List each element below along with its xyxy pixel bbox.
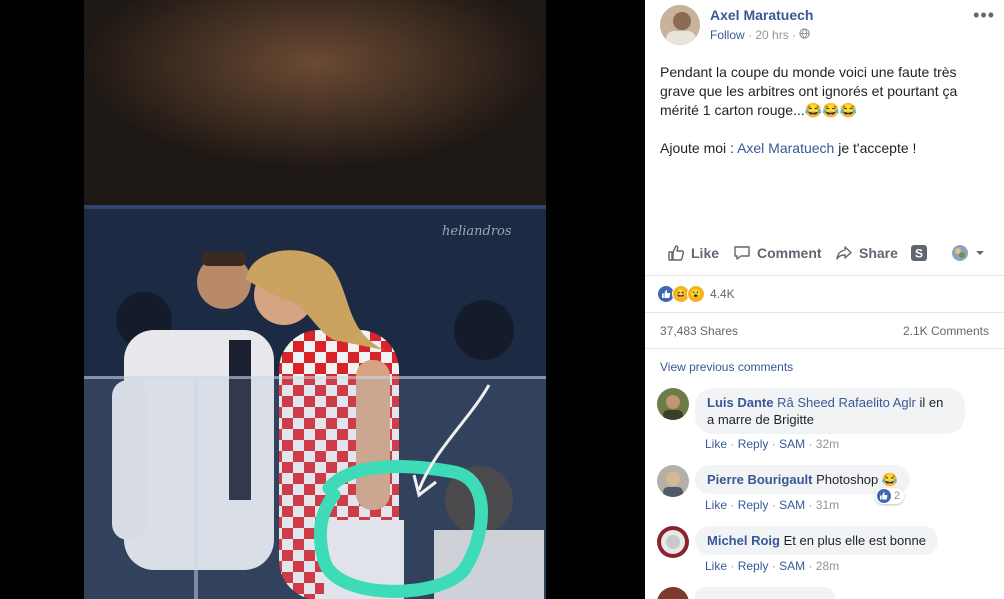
comment-sam-link[interactable]: SAM	[779, 559, 805, 573]
photo-viewer: heliandros	[0, 0, 645, 599]
post-header: Axel Maratuech Follow · 20 hrs · •••	[660, 5, 995, 49]
wow-reaction-icon: 😮	[687, 285, 705, 303]
author-avatar[interactable]	[660, 5, 700, 45]
commenter-name[interactable]: Michel Roig	[707, 533, 780, 548]
share-button[interactable]: Share	[835, 244, 898, 262]
like-label: Like	[691, 245, 720, 261]
commenter-avatar[interactable]	[657, 388, 689, 420]
comment-reply-link[interactable]: Reply	[738, 437, 769, 451]
post-actions: Like Comment Share S	[655, 240, 995, 270]
comment-time[interactable]: 28m	[816, 559, 839, 573]
invite-prefix: Ajoute moi :	[660, 140, 734, 156]
comment-sam-link[interactable]: SAM	[779, 498, 805, 512]
avatar-image	[660, 5, 700, 45]
svg-text:S: S	[915, 247, 923, 261]
share-label: Share	[859, 245, 898, 261]
invite-suffix: je t'accepte !	[838, 140, 917, 156]
share-icon	[836, 246, 852, 260]
comment-item: Michel Roig Et en plus elle est bonne Li…	[657, 526, 997, 578]
commenter-avatar-image	[657, 526, 689, 558]
comment-like-link[interactable]: Like	[705, 437, 727, 451]
like-button[interactable]: Like	[667, 244, 719, 262]
invite-author-link[interactable]: Axel Maratuech	[737, 140, 834, 156]
commenter-avatar[interactable]	[657, 526, 689, 558]
like-reaction-icon	[877, 489, 891, 503]
commenter-name[interactable]: Pierre Bourigault	[707, 472, 812, 487]
comment-item: Pierre Bourigault Photoshop 😂 2 Like · R…	[657, 465, 997, 517]
thumbs-up-icon	[668, 245, 685, 261]
comment-like-link[interactable]: Like	[705, 498, 727, 512]
s-extension-icon: S	[911, 245, 927, 261]
comment-reaction-count: 2	[894, 490, 901, 502]
photo-watermark: heliandros	[442, 224, 512, 239]
post-time[interactable]: 20 hrs	[755, 28, 788, 42]
comments-count[interactable]: 2.1K Comments	[903, 324, 989, 338]
page-avatar-icon	[952, 245, 968, 261]
comment-button[interactable]: Comment	[733, 244, 822, 262]
comment-like-link[interactable]: Like	[705, 559, 727, 573]
commenter-name[interactable]: Luis Dante	[707, 395, 773, 410]
reactions-summary[interactable]: 😆 😮 4.4K	[657, 285, 735, 303]
post-body: Pendant la coupe du monde voici une faut…	[660, 63, 980, 177]
comment-actions: Like · Reply · SAM · 31m	[705, 498, 840, 512]
commenter-avatar-image	[657, 587, 689, 599]
comment-actions: Like · Reply · SAM · 32m	[705, 437, 840, 451]
comment-tagged-users[interactable]: Râ Sheed Rafaelito Aglr	[777, 395, 916, 410]
comment-item: Luis Dante Râ Sheed Rafaelito Aglr il en…	[657, 388, 997, 451]
comment-text: Photoshop 😂	[816, 472, 899, 487]
view-previous-comments-link[interactable]: View previous comments	[660, 360, 793, 374]
post-text-invite: Ajoute moi : Axel Maratuech je t'accepte…	[660, 139, 980, 158]
commenter-avatar-image	[657, 388, 689, 420]
comment-reply-link[interactable]: Reply	[738, 559, 769, 573]
comment-time[interactable]: 31m	[816, 498, 839, 512]
author-name[interactable]: Axel Maratuech	[710, 7, 813, 23]
post-photo[interactable]: heliandros	[84, 0, 546, 599]
comment-time[interactable]: 32m	[816, 437, 839, 451]
divider-3	[645, 348, 1004, 349]
photo-illustration	[84, 0, 546, 599]
share-as-selector[interactable]	[951, 244, 985, 262]
comment-item-partial	[657, 587, 997, 599]
comment-actions: Like · Reply · SAM · 28m	[705, 559, 840, 573]
commenter-avatar[interactable]	[657, 465, 689, 497]
commenter-avatar[interactable]	[657, 587, 689, 599]
reactions-count: 4.4K	[710, 287, 735, 301]
follow-link[interactable]: Follow	[710, 28, 745, 42]
post-text-main: Pendant la coupe du monde voici une faut…	[660, 64, 958, 118]
comment-bubble: Luis Dante Râ Sheed Rafaelito Aglr il en…	[695, 388, 965, 434]
divider-2	[645, 312, 1004, 313]
engagement-counts: 37,483 Shares 2.1K Comments	[660, 324, 989, 338]
shares-count[interactable]: 37,483 Shares	[660, 324, 738, 338]
comment-reaction-badge[interactable]: 2	[875, 488, 905, 504]
comment-icon	[734, 246, 750, 260]
commenter-avatar-image	[657, 465, 689, 497]
more-options-icon[interactable]: •••	[973, 5, 995, 26]
post-sidebar: Axel Maratuech Follow · 20 hrs · ••• Pen…	[645, 0, 1004, 599]
comment-reply-link[interactable]: Reply	[738, 498, 769, 512]
comment-bubble: Michel Roig Et en plus elle est bonne	[695, 526, 938, 555]
caret-down-icon	[976, 251, 984, 255]
comment-bubble-partial	[695, 587, 835, 599]
divider	[645, 275, 1004, 276]
post-meta: Follow · 20 hrs ·	[710, 28, 811, 42]
comment-sam-link[interactable]: SAM	[779, 437, 805, 451]
comment-text: Et en plus elle est bonne	[783, 533, 926, 548]
save-s-button[interactable]: S	[910, 244, 928, 262]
globe-icon	[799, 28, 811, 42]
comment-label: Comment	[757, 245, 822, 261]
